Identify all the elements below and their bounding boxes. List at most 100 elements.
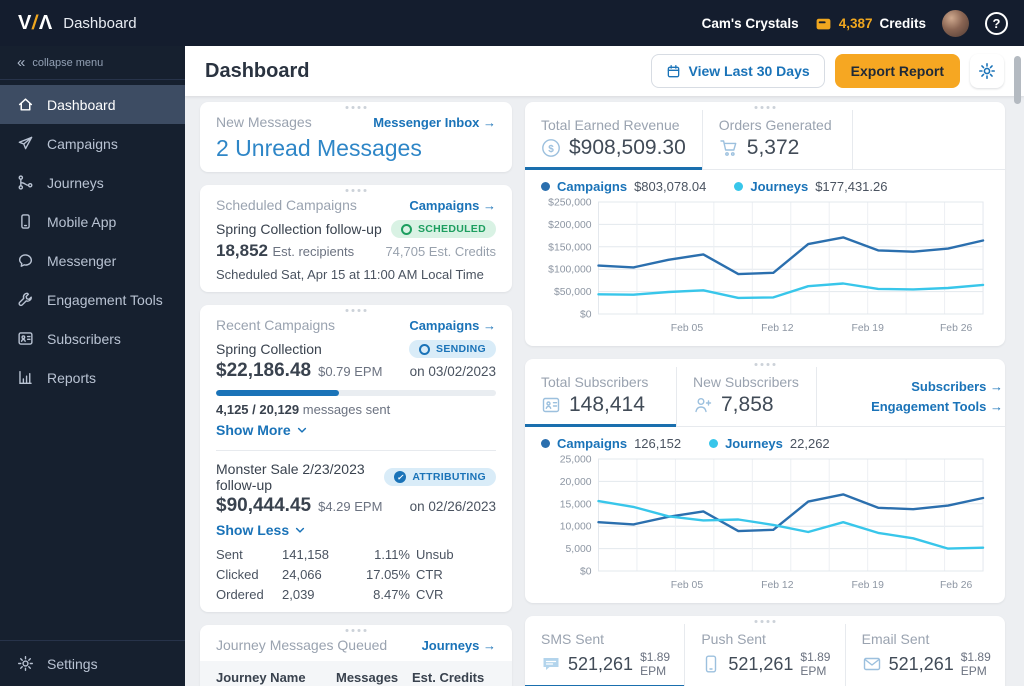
view-last-30-days-button[interactable]: View Last 30 Days xyxy=(650,54,825,88)
svg-text:$100,000: $100,000 xyxy=(548,265,592,276)
drag-handle-icon[interactable] xyxy=(345,309,367,312)
tab-orders-generated[interactable]: Orders Generated 5,372 xyxy=(703,110,853,169)
tab-push-sent[interactable]: Push Sent 521,261 $1.89 EPM xyxy=(685,624,846,686)
svg-text:20,000: 20,000 xyxy=(560,477,592,488)
svg-text:$200,000: $200,000 xyxy=(548,220,592,231)
dollar-circle-icon: $ xyxy=(541,138,561,158)
schedule-text: Scheduled Sat, Apr 15 at 11:00 AM Local … xyxy=(216,267,484,282)
branch-icon xyxy=(17,174,34,191)
orders-value: 5,372 xyxy=(746,136,800,159)
campaigns-link[interactable]: Campaigns → xyxy=(409,198,496,213)
logo-icon: V / Λ xyxy=(18,11,53,34)
drag-handle-icon[interactable] xyxy=(345,189,367,192)
dashboard-settings-button[interactable] xyxy=(970,54,1004,88)
tab-total-subscribers[interactable]: Total Subscribers 148,414 xyxy=(525,367,677,427)
campaign-epm: $4.29 EPM xyxy=(318,499,383,514)
sms-sent-value: 521,261 xyxy=(568,653,634,674)
page-header: Dashboard View Last 30 Days Export Repor… xyxy=(185,46,1024,96)
legend-dot-icon xyxy=(734,182,744,191)
id-card-icon xyxy=(541,395,561,415)
circle-icon xyxy=(400,223,412,235)
top-bar: V / Λ Dashboard Cam's Crystals 4,387 Credi… xyxy=(0,0,1024,46)
legend-item-journeys: Journeys $177,431.26 xyxy=(734,179,887,194)
sidebar-item-dashboard[interactable]: Dashboard xyxy=(0,85,185,124)
collapse-menu-button[interactable]: « collapse menu xyxy=(0,46,185,80)
sidebar-item-settings[interactable]: Settings xyxy=(0,640,185,686)
sidebar-item-mobile-app[interactable]: Mobile App xyxy=(0,202,185,241)
divider xyxy=(216,450,496,451)
sidebar-item-reports[interactable]: Reports xyxy=(0,358,185,397)
gear-icon xyxy=(978,62,996,80)
campaign-name: Monster Sale 2/23/2023 follow-up xyxy=(216,461,365,493)
credits-indicator[interactable]: 4,387 Credits xyxy=(815,15,926,32)
show-less-toggle[interactable]: Show Less xyxy=(216,522,306,538)
sidebar-item-journeys[interactable]: Journeys xyxy=(0,163,185,202)
export-report-button[interactable]: Export Report xyxy=(834,54,960,88)
home-icon xyxy=(17,96,34,113)
phone-icon xyxy=(701,654,721,674)
journey-table-header: Journey Name Messages Est. Credits xyxy=(200,661,512,686)
chart-legend: Campaigns 126,152 Journeys 22,262 xyxy=(541,436,989,451)
svg-text:Feb 19: Feb 19 xyxy=(852,323,885,334)
legend-dot-icon xyxy=(709,439,719,448)
campaign-stats-table: Sent 141,158 1.11% Unsub Clicked 24,066 17.05… xyxy=(216,547,454,602)
scrollbar-thumb[interactable] xyxy=(1014,56,1021,104)
sidebar-item-campaigns[interactable]: Campaigns xyxy=(0,124,185,163)
svg-text:$50,000: $50,000 xyxy=(554,287,592,298)
sidebar: « collapse menu Dashboard Campaigns Jour… xyxy=(0,46,185,686)
recent-campaigns-card: Recent Campaigns Campaigns → Spring Coll… xyxy=(200,305,512,612)
drag-handle-icon[interactable] xyxy=(754,106,776,109)
card-title: New Messages xyxy=(216,114,312,130)
status-badge-sending: SENDING xyxy=(409,340,496,358)
subscribers-link[interactable]: Subscribers → xyxy=(911,379,1003,394)
chat-icon xyxy=(17,252,34,269)
email-epm: $1.89 EPM xyxy=(960,650,991,678)
drag-handle-icon[interactable] xyxy=(345,629,367,632)
svg-text:15,000: 15,000 xyxy=(560,499,592,510)
help-icon[interactable]: ? xyxy=(985,11,1008,35)
chevron-down-icon xyxy=(296,424,308,436)
svg-text:$0: $0 xyxy=(580,566,592,577)
engagement-tools-link[interactable]: Engagement Tools → xyxy=(871,399,1003,414)
cart-icon xyxy=(719,138,739,158)
svg-text:Feb 26: Feb 26 xyxy=(940,323,973,334)
campaign-date: on 03/02/2023 xyxy=(409,364,496,379)
campaign-date: on 02/26/2023 xyxy=(409,499,496,514)
sidebar-item-messenger[interactable]: Messenger xyxy=(0,241,185,280)
drag-handle-icon[interactable] xyxy=(754,363,776,366)
card-title: Recent Campaigns xyxy=(216,317,336,333)
tab-sms-sent[interactable]: SMS Sent 521,261 $1.89 EPM xyxy=(525,624,686,686)
drag-handle-icon[interactable] xyxy=(345,106,367,109)
tab-email-sent[interactable]: Email Sent 521,261 $1.89 EPM xyxy=(846,624,1005,686)
check-circle-icon: ✓ xyxy=(394,471,407,483)
tab-total-earned-revenue[interactable]: Total Earned Revenue $ $908,509.30 xyxy=(525,110,703,170)
show-more-toggle[interactable]: Show More xyxy=(216,422,308,438)
sidebar-item-subscribers[interactable]: Subscribers xyxy=(0,319,185,358)
account-name[interactable]: Cam's Crystals xyxy=(702,16,799,31)
messages-sent-card: SMS Sent 521,261 $1.89 EPM Push Sent 521… xyxy=(525,616,1005,686)
avatar[interactable] xyxy=(942,9,969,37)
revenue-card: Total Earned Revenue $ $908,509.30 Order… xyxy=(525,102,1005,346)
status-badge-scheduled: SCHEDULED xyxy=(390,220,496,238)
recipients-value: 18,852 xyxy=(216,241,268,260)
legend-item-journeys: Journeys 22,262 xyxy=(709,436,830,451)
sidebar-item-engagement-tools[interactable]: Engagement Tools xyxy=(0,280,185,319)
total-subscribers-value: 148,414 xyxy=(569,393,645,416)
drag-handle-icon[interactable] xyxy=(754,620,776,623)
unread-messages-value[interactable]: 2 Unread Messages xyxy=(216,135,496,162)
credits-label: Credits xyxy=(879,15,926,31)
tab-new-subscribers[interactable]: New Subscribers 7,858 xyxy=(677,367,817,426)
wallet-icon xyxy=(815,15,832,32)
envelope-icon xyxy=(862,654,882,674)
svg-text:Feb 26: Feb 26 xyxy=(940,580,973,591)
svg-text:Feb 19: Feb 19 xyxy=(852,580,885,591)
journeys-link[interactable]: Journeys → xyxy=(422,638,496,653)
svg-text:$250,000: $250,000 xyxy=(548,197,592,208)
legend-dot-icon xyxy=(541,182,550,191)
svg-text:5,000: 5,000 xyxy=(566,544,592,555)
svg-text:Feb 05: Feb 05 xyxy=(671,323,704,334)
revenue-line-chart: $250,000 $200,000 $150,000 $100,000 $50,000 $… xyxy=(548,197,985,334)
revenue-value: $908,509.30 xyxy=(569,136,686,159)
campaigns-link[interactable]: Campaigns → xyxy=(409,318,496,333)
messenger-inbox-link[interactable]: Messenger Inbox → xyxy=(373,115,496,130)
